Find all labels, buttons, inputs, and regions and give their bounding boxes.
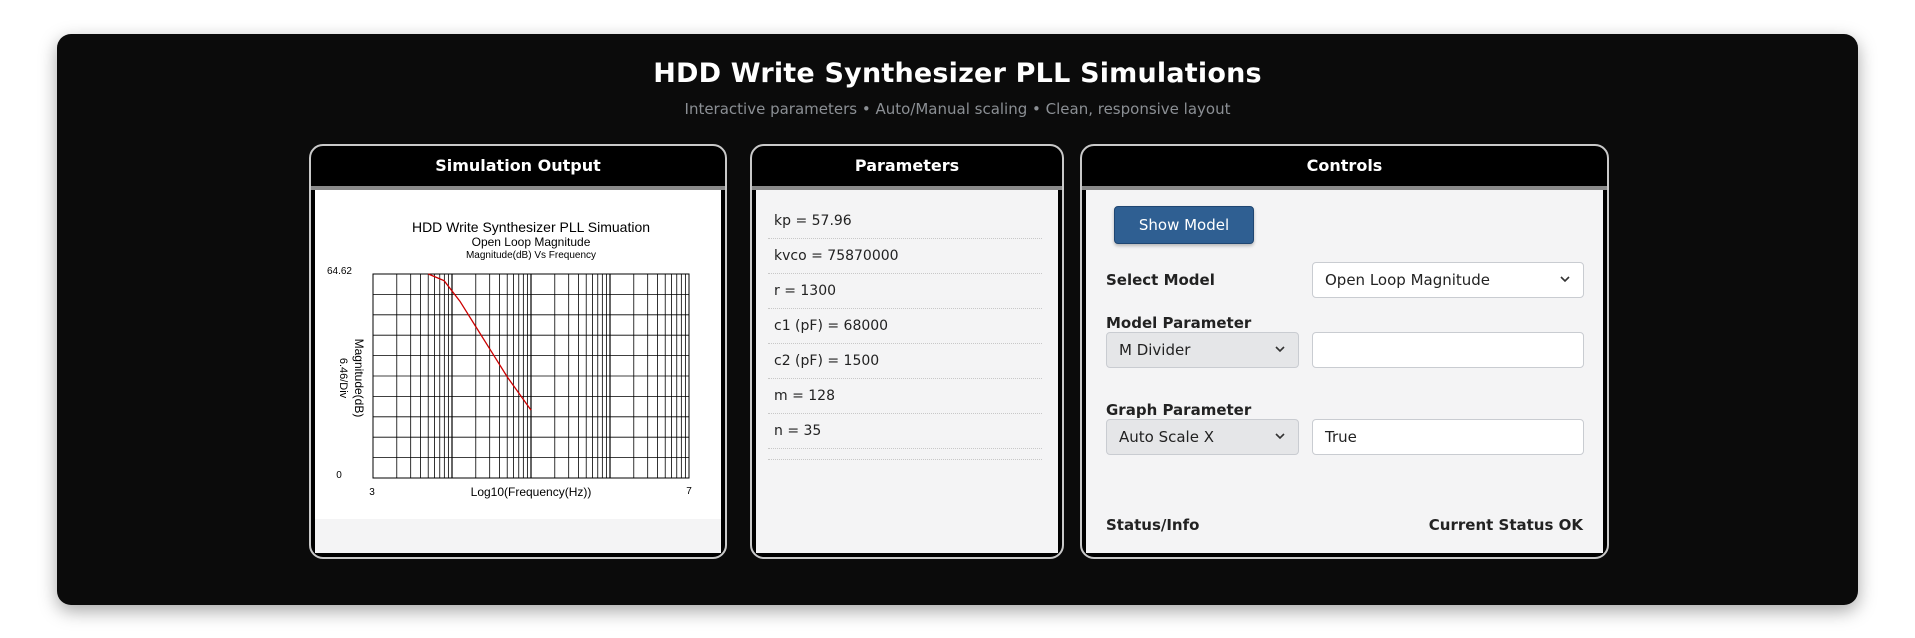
controls-header: Controls: [1082, 146, 1607, 190]
model-parameter-input[interactable]: [1312, 332, 1584, 368]
graph-parameter-label: Graph Parameter: [1106, 401, 1252, 419]
parameter-c2: c2 (pF) = 1500: [768, 344, 1042, 379]
parameter-list: kp = 57.96 kvco = 75870000 r = 1300 c1 (…: [768, 204, 1042, 460]
select-model-label: Select Model: [1106, 271, 1215, 289]
x-tick-label-left: 3: [369, 487, 375, 498]
parameter-r: r = 1300: [768, 274, 1042, 309]
chart-subsubtitle: Magnitude(dB) Vs Frequency: [466, 250, 596, 261]
plot-area: HDD Write Synthesizer PLL Simuation Open…: [315, 190, 721, 519]
model-parameter-label: Model Parameter: [1106, 314, 1252, 332]
graph-parameter-dropdown[interactable]: Auto Scale X: [1106, 419, 1299, 455]
parameter-empty-row: [768, 449, 1042, 460]
select-model-value: Open Loop Magnitude: [1325, 271, 1491, 289]
y-tick-label-bottom: 0: [336, 470, 342, 481]
simulation-output-header: Simulation Output: [311, 146, 725, 190]
chevron-down-icon: [1559, 263, 1571, 309]
controls-body: Show Model Select Model Open Loop Magnit…: [1086, 190, 1603, 553]
parameter-n: n = 35: [768, 414, 1042, 449]
select-model-dropdown[interactable]: Open Loop Magnitude: [1312, 262, 1584, 298]
chart-title: HDD Write Synthesizer PLL Simuation: [412, 219, 650, 235]
app-container: HDD Write Synthesizer PLL Simulations In…: [57, 34, 1858, 605]
model-parameter-value: M Divider: [1119, 341, 1191, 359]
page-subtitle: Interactive parameters • Auto/Manual sca…: [684, 100, 1231, 118]
y-tick-label-top: 64.62: [327, 266, 352, 277]
pll-chart: HDD Write Synthesizer PLL Simuation Open…: [327, 219, 692, 499]
chevron-down-icon: [1274, 333, 1286, 379]
status-info-label: Status/Info: [1106, 516, 1200, 534]
x-tick-label-right: 7: [686, 486, 692, 497]
status-value: Current Status OK: [1428, 516, 1583, 534]
parameters-header: Parameters: [752, 146, 1062, 190]
graph-parameter-input[interactable]: True: [1312, 419, 1584, 455]
show-model-button[interactable]: Show Model: [1114, 206, 1254, 244]
chart-grid: [372, 273, 690, 479]
parameter-c1: c1 (pF) = 68000: [768, 309, 1042, 344]
parameters-body: kp = 57.96 kvco = 75870000 r = 1300 c1 (…: [756, 190, 1058, 553]
chart-subtitle: Open Loop Magnitude: [472, 235, 591, 249]
y-axis-label: Magnitude(dB): [352, 339, 366, 418]
simulation-output-body: HDD Write Synthesizer PLL Simuation Open…: [315, 190, 721, 553]
parameter-kvco: kvco = 75870000: [768, 239, 1042, 274]
parameters-panel: Parameters kp = 57.96 kvco = 75870000 r …: [750, 144, 1064, 559]
x-axis-label: Log10(Frequency(Hz)): [471, 485, 592, 499]
page-title: HDD Write Synthesizer PLL Simulations: [653, 58, 1262, 89]
model-parameter-dropdown[interactable]: M Divider: [1106, 332, 1299, 368]
controls-panel: Controls Show Model Select Model Open Lo…: [1080, 144, 1609, 559]
simulation-output-panel: Simulation Output HDD Write Synthesizer …: [309, 144, 727, 559]
y-axis-div-label: 6.46/Div: [337, 358, 349, 399]
chevron-down-icon: [1274, 420, 1286, 466]
parameter-m: m = 128: [768, 379, 1042, 414]
graph-parameter-value: Auto Scale X: [1119, 428, 1214, 446]
parameter-kp: kp = 57.96: [768, 204, 1042, 239]
